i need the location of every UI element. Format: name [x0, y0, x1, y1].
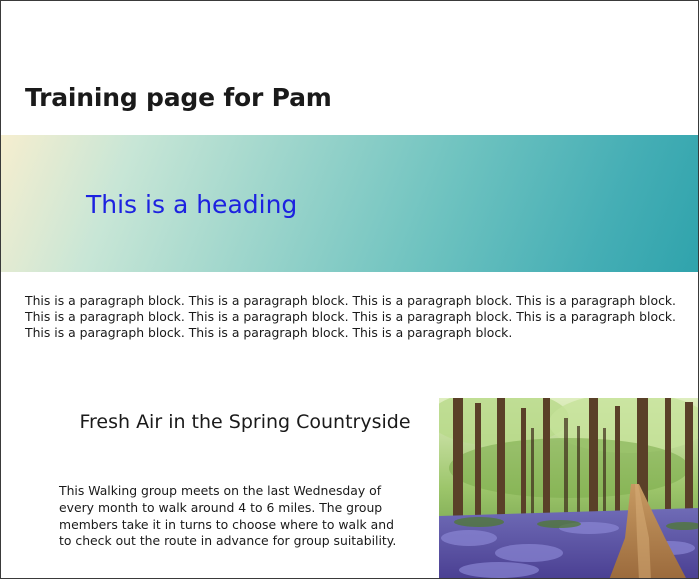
section-heading[interactable]: Fresh Air in the Spring Countryside	[61, 409, 429, 435]
section-paragraph[interactable]: This Walking group meets on the last Wed…	[59, 483, 401, 550]
page-title[interactable]: Training page for Pam	[25, 83, 332, 112]
cover-block[interactable]: This is a heading	[1, 135, 698, 272]
bluebell-woodland-image[interactable]	[439, 398, 698, 578]
paragraph-block[interactable]: This is a paragraph block. This is a par…	[25, 293, 690, 341]
cover-heading[interactable]: This is a heading	[86, 190, 297, 219]
page-canvas: Training page for Pam This is a heading …	[0, 0, 699, 579]
